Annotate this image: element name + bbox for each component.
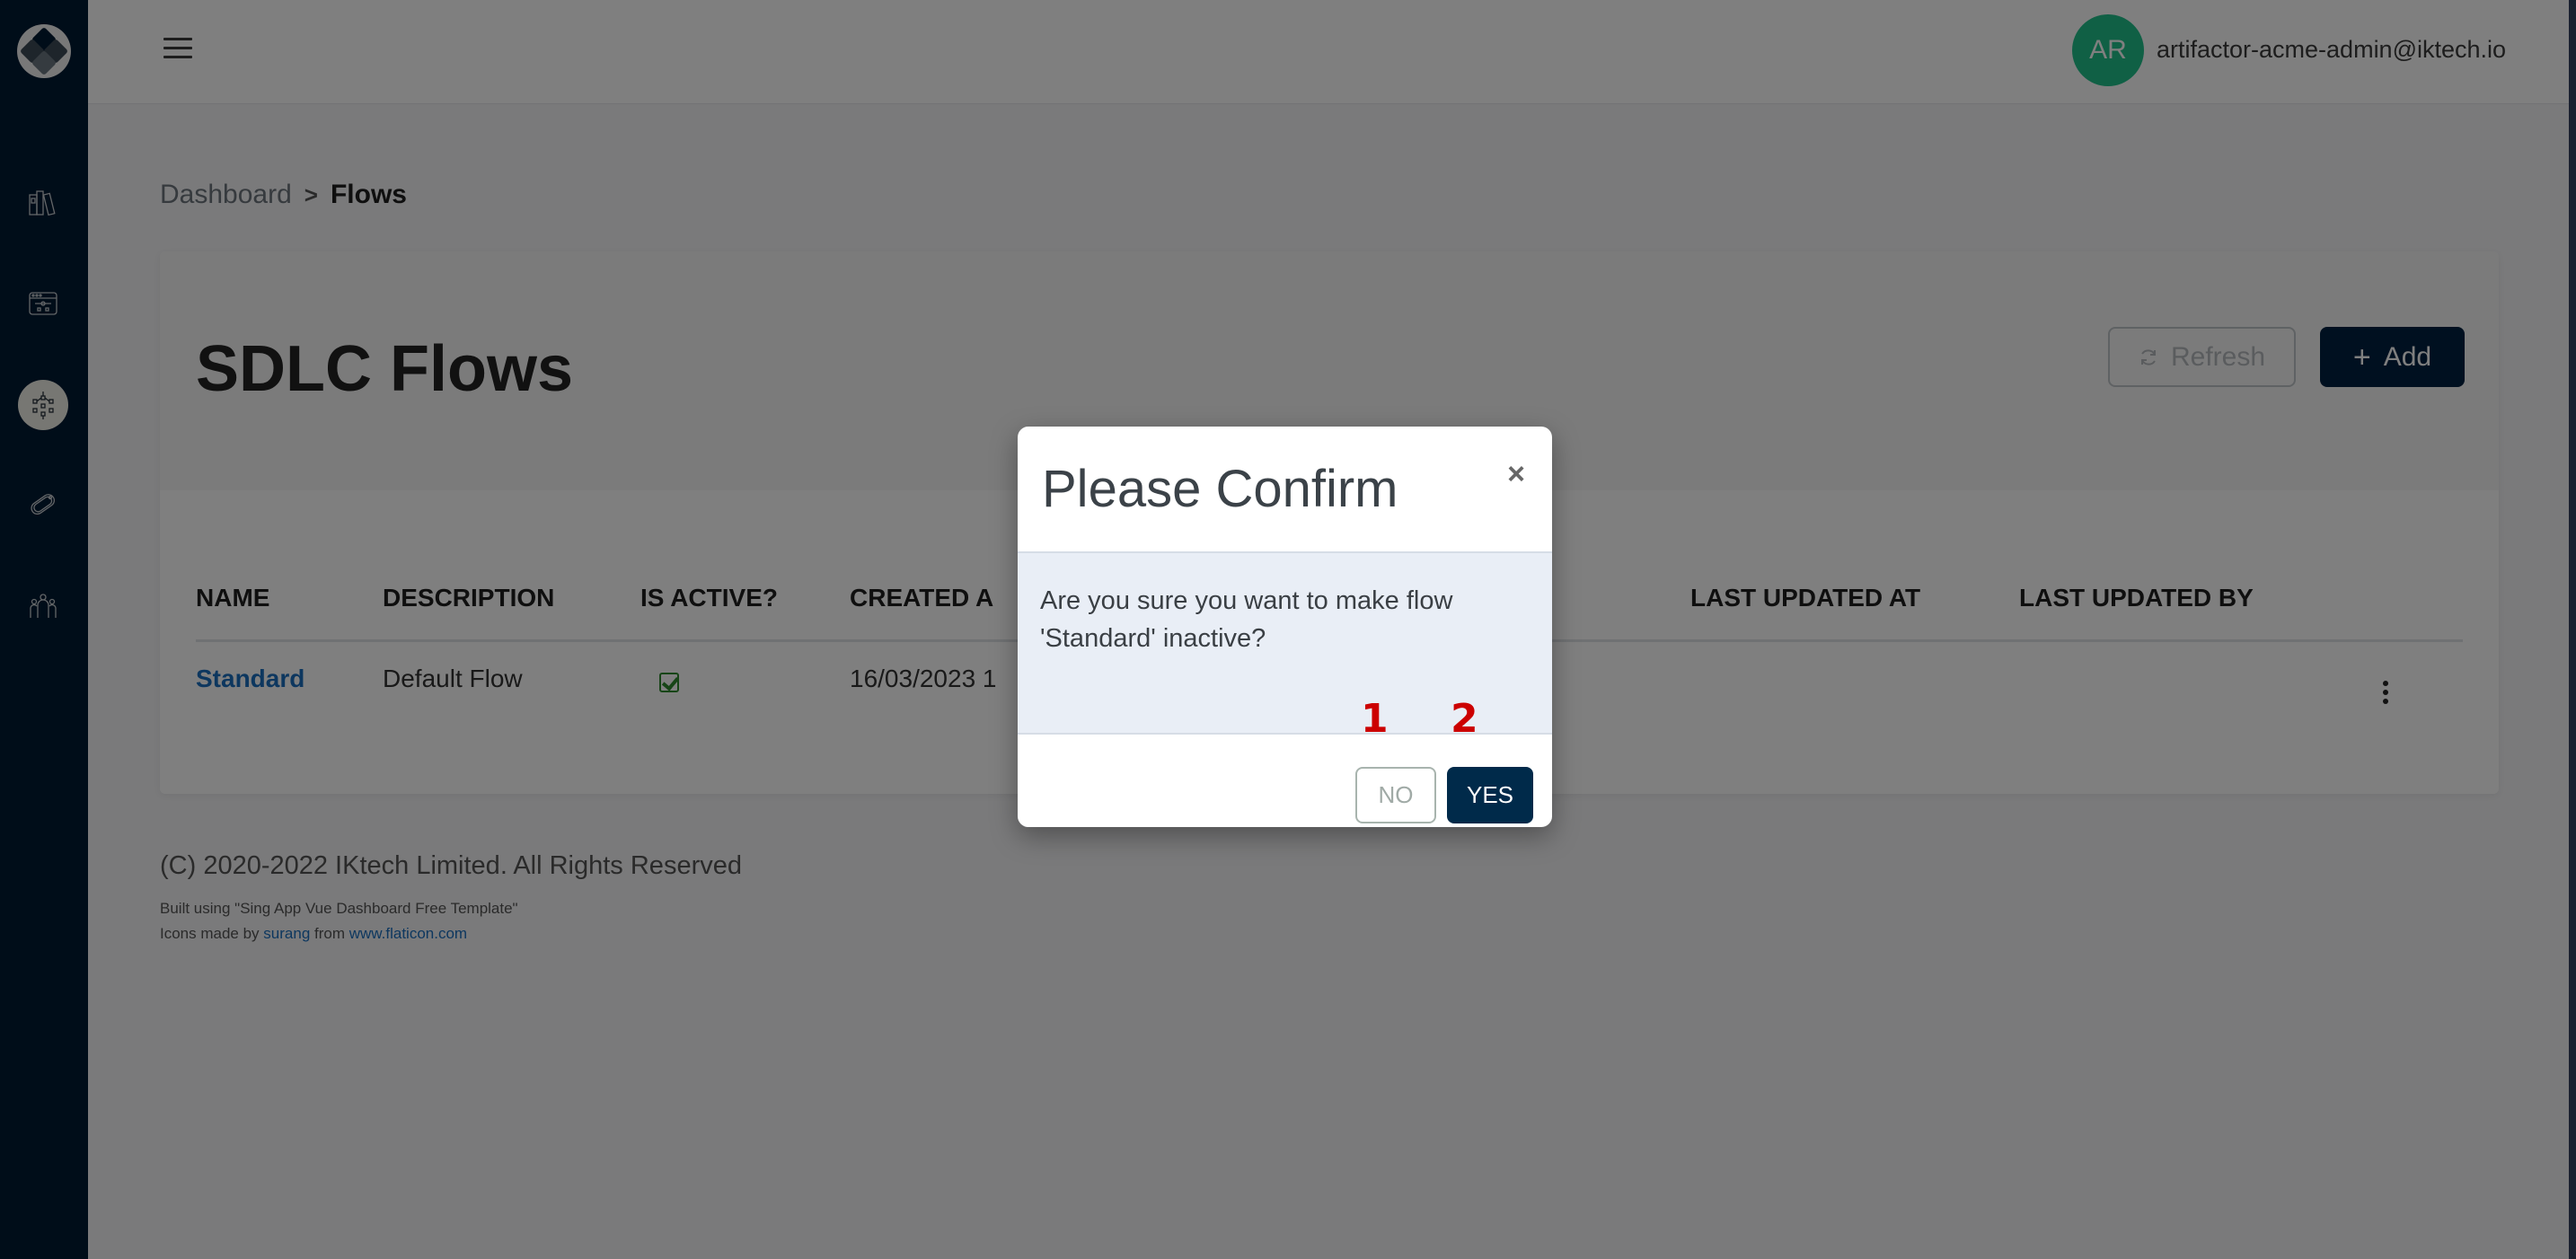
dialog-header: Please Confirm × [1018,427,1552,553]
dialog-title: Please Confirm [1042,460,1398,518]
dialog-message: Are you sure you want to make flow 'Stan… [1040,586,1453,653]
annotation-marker-yes: 2 [1451,696,1478,742]
no-button[interactable]: NO [1355,767,1436,823]
annotation-marker-no: 1 [1361,696,1389,742]
dialog-footer: NO YES [1018,735,1552,827]
yes-button[interactable]: YES [1447,767,1533,823]
window-edge [2569,0,2576,1259]
close-icon[interactable]: × [1507,459,1525,489]
confirm-dialog: Please Confirm × Are you sure you want t… [1018,427,1552,827]
